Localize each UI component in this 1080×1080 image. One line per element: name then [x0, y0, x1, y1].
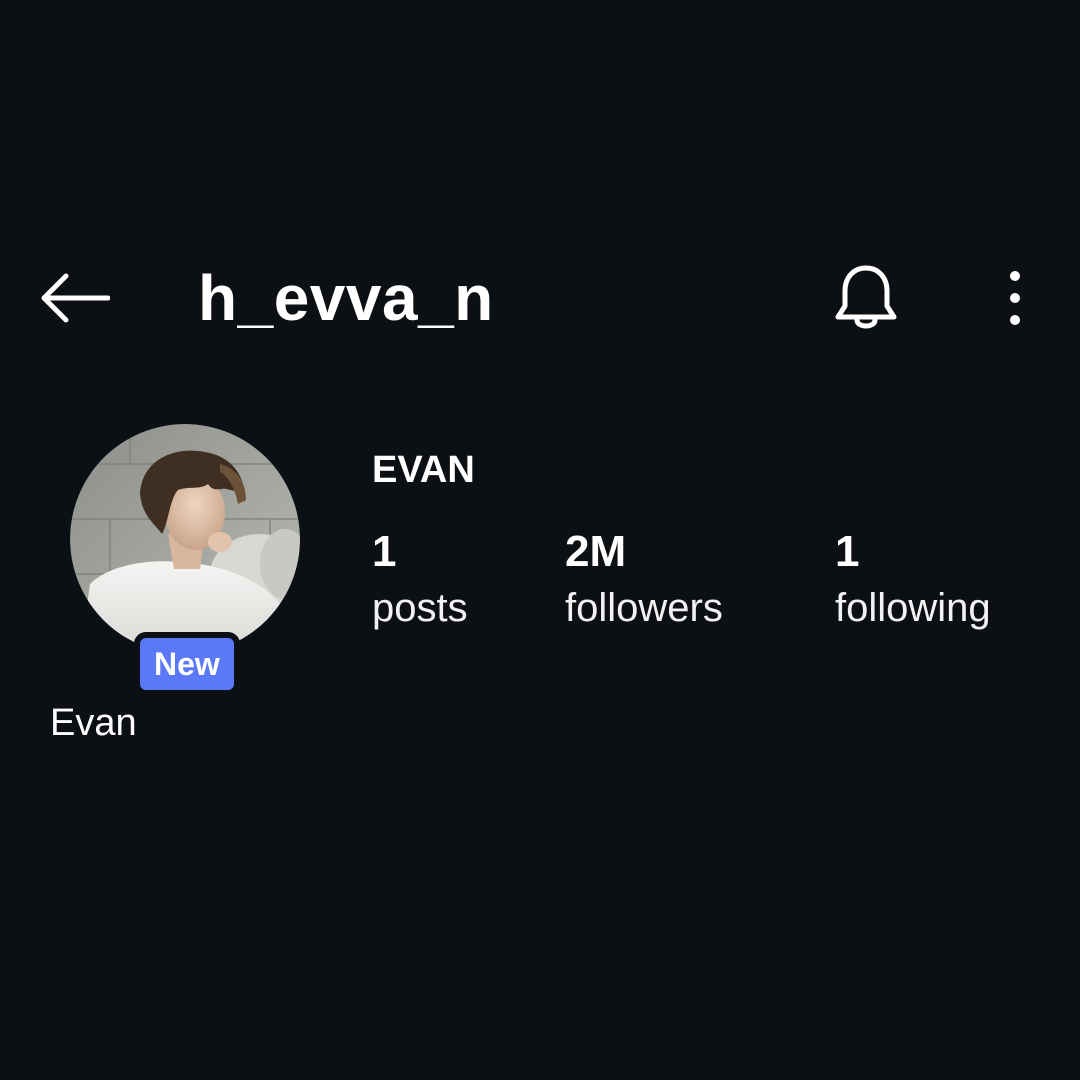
new-badge: New [134, 632, 240, 696]
avatar-container: New [70, 424, 300, 696]
stat-value: 1 [372, 527, 397, 576]
stat-posts[interactable]: 1 posts [372, 526, 468, 638]
stat-value: 2M [565, 527, 627, 576]
stat-label: followers [565, 586, 723, 630]
avatar[interactable] [70, 424, 300, 654]
stat-following[interactable]: 1 following [835, 526, 991, 638]
stat-value: 1 [835, 527, 860, 576]
more-options-button[interactable] [990, 268, 1040, 328]
stat-label: posts [372, 586, 468, 630]
back-button[interactable] [34, 268, 114, 328]
profile-screen: h_evva_n New Evan EVAN 1 posts 2M follow… [0, 0, 1080, 1080]
profile-username: h_evva_n [198, 262, 494, 334]
bell-icon [835, 265, 897, 329]
stat-followers[interactable]: 2M followers [565, 526, 723, 638]
stat-label: following [835, 586, 991, 630]
arrow-left-icon [41, 273, 110, 323]
profile-header: h_evva_n [0, 250, 1080, 346]
profile-display-name: Evan [50, 702, 137, 744]
more-vertical-icon [1010, 271, 1020, 325]
notifications-button[interactable] [826, 258, 906, 338]
profile-full-name: EVAN [372, 449, 475, 491]
